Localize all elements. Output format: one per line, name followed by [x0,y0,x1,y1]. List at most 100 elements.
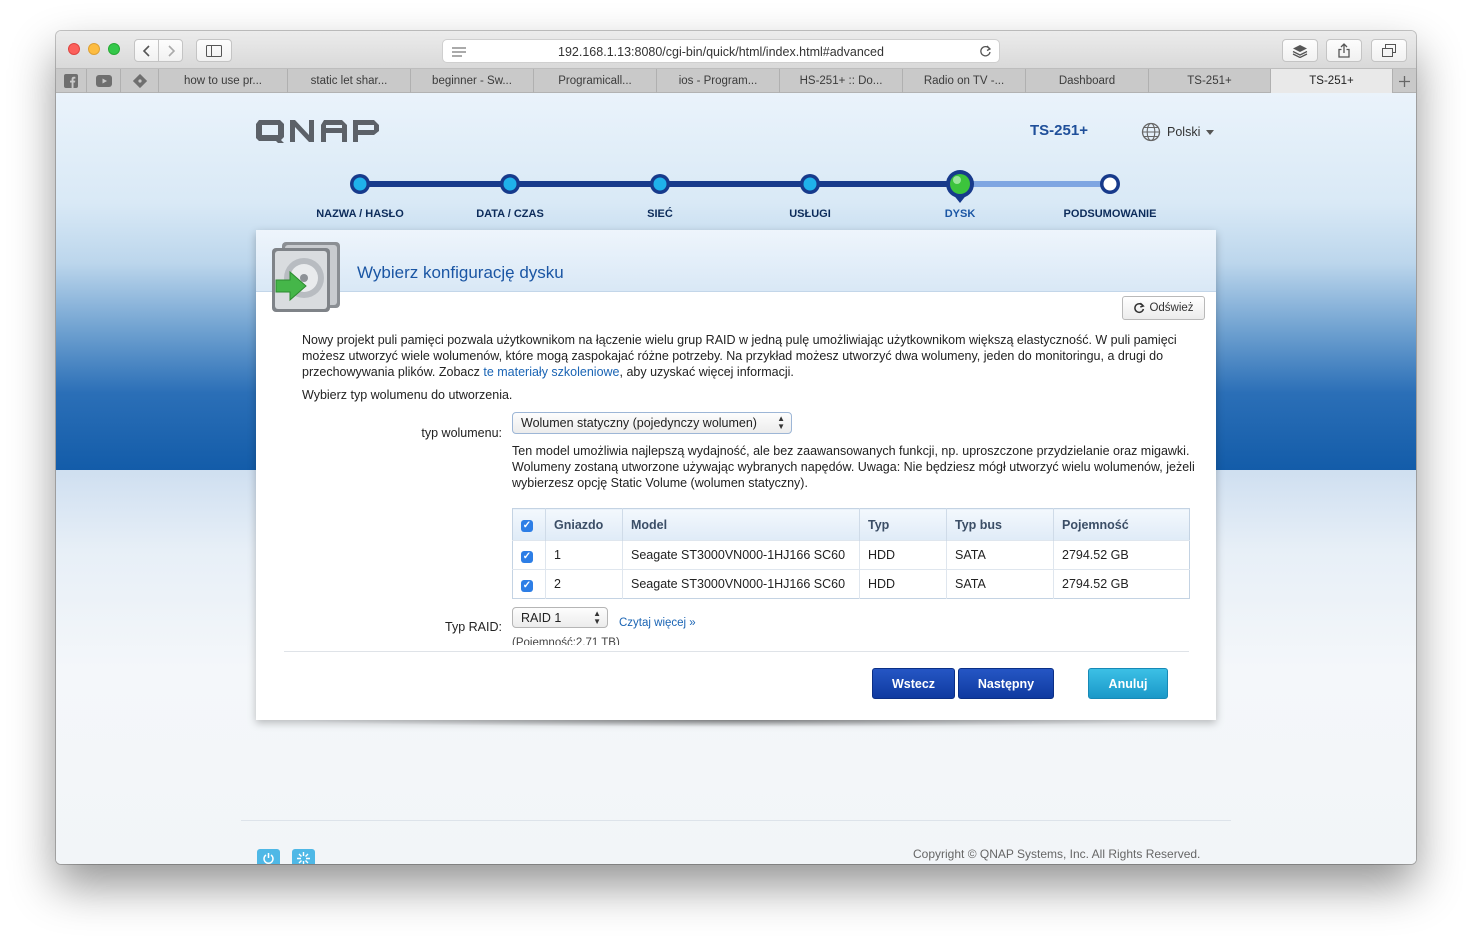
cell-slot: 2 [545,569,623,599]
select-arrows-icon: ▲ ▼ [777,414,785,431]
browser-tab-active[interactable]: TS-251+ [1270,69,1392,93]
step-1-dot [350,174,370,194]
copyright-text: Copyright © QNAP Systems, Inc. All Right… [913,847,1201,861]
next-step-button[interactable]: Następny [958,668,1054,699]
footer-divider [241,820,1231,821]
training-materials-link[interactable]: te materiały szkoleniowe [483,365,619,379]
col-capacity[interactable]: Pojemność [1053,508,1190,541]
sparkle-icon [297,852,310,864]
browser-tab-2[interactable]: static let shar... [287,69,410,93]
step-3-dot [650,174,670,194]
tab-bar: how to use pr... static let shar... begi… [56,69,1416,93]
browser-tab-4[interactable]: Programicall... [533,69,656,93]
facebook-icon [64,74,78,88]
capacity-text: (Pojemność:2.71 TB) [512,637,620,645]
dialog-header: Wybierz konfigurację dysku [256,230,1216,312]
disk-checkbox[interactable]: ✓ [521,579,533,592]
pinned-tab-youtube[interactable] [86,69,120,93]
step-label-summary: PODSUMOWANIE [1063,208,1157,220]
qnap-setup-page: TS-251+ Polski NAZWA / HASŁO DATA / CZAS… [56,93,1416,864]
cell-slot: 1 [545,540,623,570]
select-arrows-icon: ▲ ▼ [593,609,601,626]
select-all-checkbox[interactable]: ✓ [521,520,533,532]
step-2-dot [500,174,520,194]
volume-type-value: Wolumen statyczny (pojedynczy wolumen) [521,416,757,430]
step-5-active-dot [946,170,974,203]
choose-volume-text: Wybierz typ wolumenu do utworzenia. [302,388,513,402]
reload-icon[interactable] [979,45,992,58]
raid-type-select[interactable]: RAID 1 ▲ ▼ [512,607,608,628]
restart-button[interactable] [292,849,315,864]
extensions-button[interactable] [1282,39,1318,62]
cell-type: HDD [859,540,947,570]
disk-table-header: ✓ Gniazdo Model Typ Typ bus Pojemność [512,508,1190,541]
step-label-services: USŁUGI [789,208,831,220]
refresh-label: Odśwież [1149,302,1194,314]
raid-type-value: RAID 1 [521,610,562,625]
youtube-icon [95,75,112,87]
tabs-overview-button[interactable] [1371,39,1407,62]
dialog-divider [284,651,1189,652]
wizard-progress [350,170,1120,203]
new-tab-button[interactable] [1392,69,1416,93]
browser-tab-6[interactable]: HS-251+ :: Do... [779,69,902,93]
intro-paragraph: Nowy projekt puli pamięci pozwala użytko… [302,332,1192,380]
step-6-dot [1100,174,1120,194]
address-bar[interactable]: 192.168.1.13:8080/cgi-bin/quick/html/ind… [442,39,1000,63]
cell-model: Seagate ST3000VN000-1HJ166 SC60 [622,540,860,570]
disk-checkbox[interactable]: ✓ [521,550,533,563]
sidebar-icon [206,44,222,57]
cell-type: HDD [859,569,947,599]
browser-tab-3[interactable]: beginner - Sw... [410,69,533,93]
sidebar-toggle-button[interactable] [196,39,232,62]
pinned-tab-facebook[interactable] [56,69,86,93]
refresh-button[interactable]: Odśwież [1122,296,1205,320]
col-type[interactable]: Typ [859,508,947,541]
dialog-title: Wybierz konfigurację dysku [357,263,564,282]
git-icon [132,74,147,88]
table-row[interactable]: ✓ 2 Seagate ST3000VN000-1HJ166 SC60 HDD … [512,569,1190,599]
table-row[interactable]: ✓ 1 Seagate ST3000VN000-1HJ166 SC60 HDD … [512,540,1190,570]
step-label-name-password: NAZWA / HASŁO [316,208,404,220]
step-label-network: SIEĆ [647,208,673,220]
browser-tab-8[interactable]: Dashboard [1025,69,1148,93]
row-checkbox-cell: ✓ [512,540,546,570]
cell-capacity: 2794.52 GB [1053,540,1190,570]
cell-bus-type: SATA [946,569,1054,599]
intro-text-2: , aby uzyskać więcej informacji. [619,365,794,379]
col-model[interactable]: Model [622,508,860,541]
browser-toolbar: 192.168.1.13:8080/cgi-bin/quick/html/ind… [56,31,1416,69]
chevron-left-icon [142,44,150,57]
read-more-link[interactable]: Czytaj więcej » [619,617,696,629]
browser-tab-1[interactable]: how to use pr... [158,69,287,93]
browser-tab-7[interactable]: Radio on TV -... [902,69,1025,93]
share-button[interactable] [1326,39,1362,62]
pinned-tab-git[interactable] [120,69,158,93]
back-button[interactable] [134,39,159,62]
layers-icon [1292,44,1308,58]
col-slot[interactable]: Gniazdo [545,508,623,541]
volume-type-label: typ wolumenu: [421,426,502,440]
chevron-right-icon [167,44,175,57]
power-icon [263,853,274,864]
step-label-disk: DYSK [944,208,976,220]
select-all-cell: ✓ [512,508,546,541]
disk-table: ✓ Gniazdo Model Typ Typ bus Pojemność ✓ … [512,508,1190,599]
back-step-button[interactable]: Wstecz [872,668,955,699]
plus-icon [1399,75,1410,87]
cell-bus-type: SATA [946,540,1054,570]
browser-tab-9[interactable]: TS-251+ [1148,69,1270,93]
forward-button[interactable] [158,39,183,62]
close-window-button[interactable] [68,43,80,55]
cancel-button[interactable]: Anuluj [1088,668,1168,699]
power-button[interactable] [257,849,280,864]
minimize-window-button[interactable] [88,43,100,55]
volume-type-select[interactable]: Wolumen statyczny (pojedynczy wolumen) ▲… [512,412,792,434]
browser-tab-5[interactable]: ios - Program... [656,69,779,93]
browser-window: 192.168.1.13:8080/cgi-bin/quick/html/ind… [56,31,1416,864]
zoom-window-button[interactable] [108,43,120,55]
cell-model: Seagate ST3000VN000-1HJ166 SC60 [622,569,860,599]
col-bus-type[interactable]: Typ bus [946,508,1054,541]
refresh-icon [1134,302,1146,314]
step-4-dot [800,174,820,194]
